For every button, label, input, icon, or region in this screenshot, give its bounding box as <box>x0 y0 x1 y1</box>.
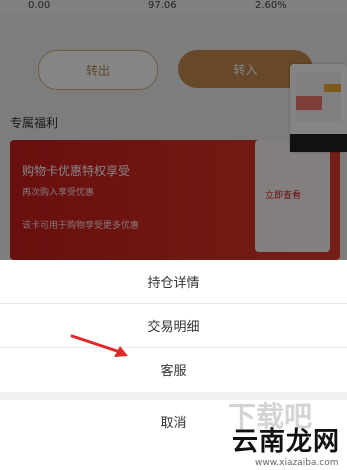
customer-service-option[interactable]: 客服 <box>0 348 347 391</box>
transaction-detail-label: 交易明细 <box>147 320 200 335</box>
transaction-detail-option[interactable]: 交易明细 <box>0 304 347 347</box>
watermark-brand: 云南龙网 <box>232 427 341 457</box>
watermark-url: www.xiazaiba.com <box>255 458 339 468</box>
customer-service-label: 客服 <box>160 364 187 379</box>
annotation-arrow-icon <box>70 334 128 357</box>
background-page: 0.00 97.06 2.60% 转出 转入 专属福利 购物卡优惠特权享受 再次… <box>0 0 347 260</box>
holdings-detail-option[interactable]: 持仓详情 <box>0 260 347 303</box>
modal-overlay[interactable] <box>0 0 347 260</box>
holdings-detail-label: 持仓详情 <box>147 276 200 291</box>
cancel-label: 取消 <box>160 416 187 431</box>
